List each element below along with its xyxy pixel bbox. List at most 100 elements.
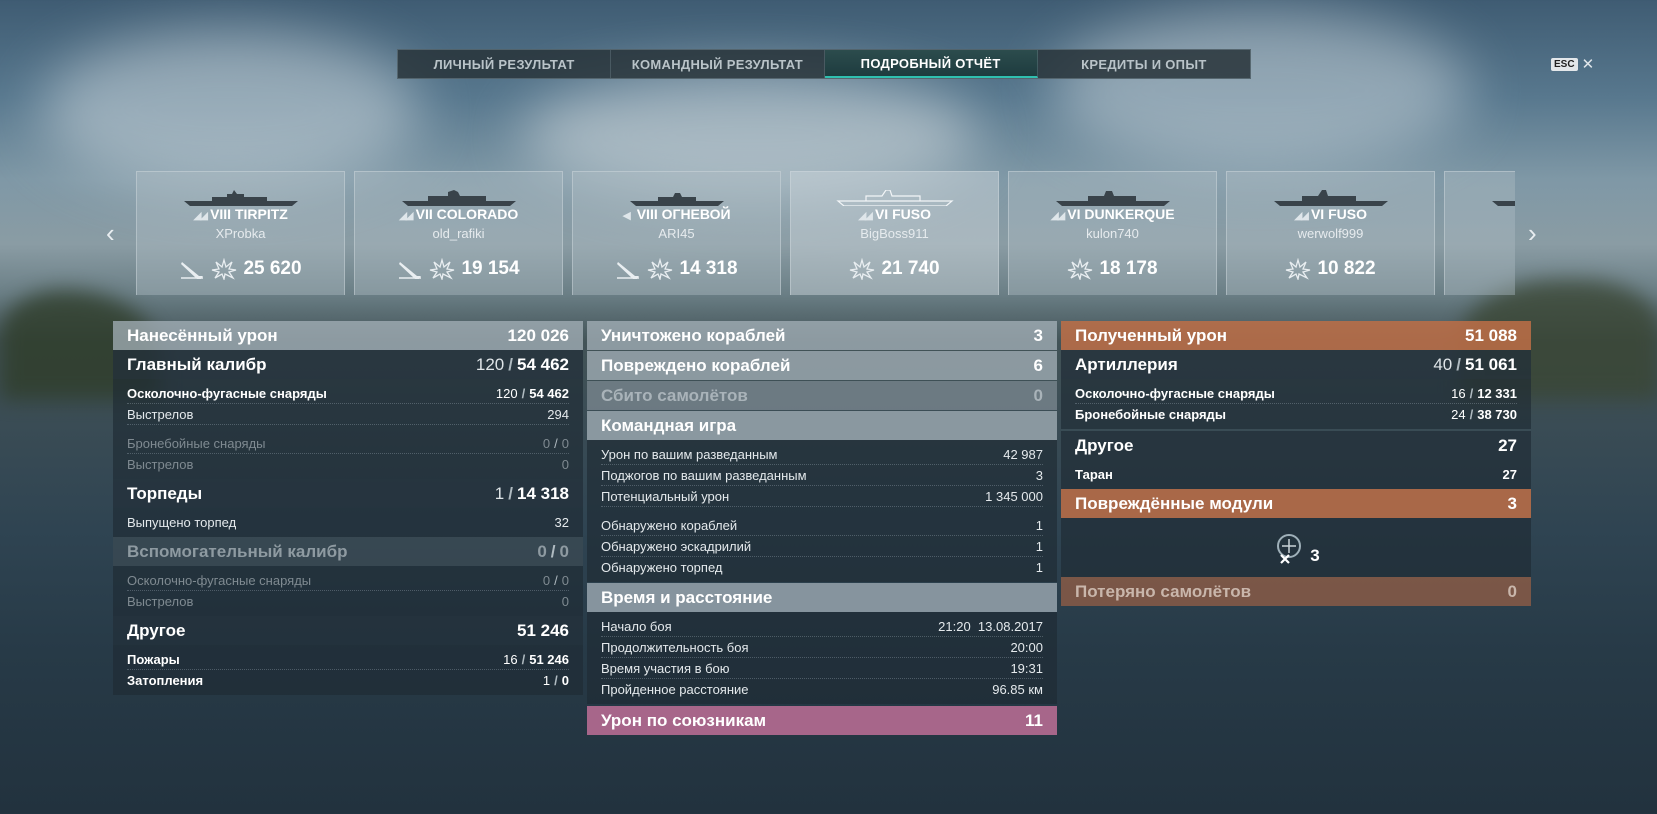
fires-row: Пожары 16/51 246: [127, 649, 569, 670]
torpedoes-header: Торпеды 1/14 318: [113, 479, 583, 508]
damaged-module-icon: [1277, 533, 1302, 564]
damage-received-header: Полученный урон 51 088: [1061, 321, 1531, 350]
destroyed-header: Уничтожено кораблей 3: [587, 321, 1057, 350]
battleship-silhouette-icon: [1492, 201, 1515, 206]
explosion-icon: [1286, 258, 1311, 280]
ship-damage: 10 822: [1317, 258, 1376, 279]
torpedoes-label: Торпеды: [127, 483, 203, 503]
ship-tier: VI: [1067, 206, 1081, 222]
ship-class-icon: ◢◢: [193, 210, 208, 222]
tab-credits-xp[interactable]: КРЕДИТЫ И ОПЫТ: [1038, 50, 1250, 78]
explosion-icon: [1068, 258, 1093, 280]
background-cloud: [1050, 10, 1470, 170]
main-ap-row: Бронебойные снаряды 0/0: [127, 433, 569, 454]
time-row: Начало боя 21:20 13.08.2017: [601, 616, 1043, 637]
time-row: Пройденное расстояние 96.85 км: [601, 681, 1043, 697]
player-name: kulon740: [1086, 226, 1139, 241]
battle-stats-panel: Уничтожено кораблей 3 Повреждено кораблей…: [587, 321, 1057, 735]
ship-tier: VII: [415, 206, 433, 222]
team-row: Потенциальный урон 1 345 000: [601, 486, 1043, 507]
player-name: werwolf999: [1297, 226, 1364, 241]
ship-class-icon: ◢◢: [858, 210, 873, 222]
ship-class-icon: ◢◢: [1294, 210, 1309, 222]
player-name: ARI45: [658, 226, 695, 241]
ship-card-partial[interactable]: [1444, 171, 1515, 295]
main-ap-shots-row: Выстрелов 0: [127, 456, 569, 472]
secondary-header: Вспомогательный калибр 0/0: [113, 537, 583, 566]
spotting-row: Обнаружено кораблей 1: [601, 515, 1043, 536]
ship-class-icon: ◢◢: [1050, 210, 1065, 222]
ship-name: FUSO: [892, 206, 931, 222]
damaged-header: Повреждено кораблей 6: [587, 351, 1057, 380]
ship-carousel: ◢◢ VIII TIRPITZ XProbka 25 620 ◢◢ VII COLO…: [136, 171, 1515, 295]
destroyer-silhouette-icon: [630, 193, 724, 206]
main-battery-header: Главный калибр 120/54 462: [113, 350, 583, 379]
other-dealt-value: 51 246: [517, 620, 569, 640]
secondary-he-row: Осколочно-фугасные снаряды 0/0: [127, 570, 569, 591]
torpedo-icon: [181, 262, 204, 279]
tab-team-result[interactable]: КОМАНДНЫЙ РЕЗУЛЬТАТ: [611, 50, 825, 78]
spotting-row: Обнаружено торпед 1: [601, 559, 1043, 575]
main-battery-label: Главный калибр: [127, 354, 267, 374]
explosion-icon: [648, 258, 673, 280]
team-row: Урон по вашим разведанным 42 987: [601, 444, 1043, 465]
player-name: BigBoss911: [860, 226, 929, 241]
damaged-module-count: 3: [1310, 545, 1320, 565]
planes-shot-header: Сбито самолётов 0: [587, 381, 1057, 410]
ship-card[interactable]: ◀ VIII ОГНЕВОЙ ARI45 14 318: [572, 171, 781, 295]
damage-dealt-label: Нанесённый урон: [127, 325, 278, 345]
torpedo-icon: [399, 262, 422, 279]
ship-damage: 18 178: [1099, 258, 1158, 279]
background-cloud: [40, 30, 420, 190]
modules-area: 3: [1061, 518, 1531, 577]
planes-lost-header: Потеряно самолётов 0: [1061, 577, 1531, 606]
ship-damage: 19 154: [461, 258, 520, 279]
time-row: Продолжительность боя 20:00: [601, 637, 1043, 658]
time-distance-header: Время и расстояние: [587, 583, 1057, 612]
ship-card-player[interactable]: ◢◢ VI FUSO BigBoss911 21 740: [790, 171, 999, 295]
team-play-header: Командная игра: [587, 411, 1057, 440]
ship-tier: VIII: [210, 206, 232, 222]
explosion-icon: [212, 258, 237, 280]
result-tabs: ЛИЧНЫЙ РЕЗУЛЬТАТ КОМАНДНЫЙ РЕЗУЛЬТАТ ПОД…: [397, 49, 1251, 79]
torpedo-icon: [617, 262, 640, 279]
close-button[interactable]: ESC ✕: [1551, 55, 1594, 73]
player-name: XProbka: [215, 226, 266, 241]
spotting-row: Обнаружено эскадрилий 1: [601, 536, 1043, 557]
player-name: old_rafiki: [432, 226, 485, 241]
ram-row: Таран 27: [1075, 466, 1517, 482]
ship-name: TIRPITZ: [234, 206, 288, 222]
chevron-left-icon[interactable]: ‹: [106, 220, 115, 246]
secondary-label: Вспомогательный калибр: [127, 541, 348, 561]
other-dealt-label: Другое: [127, 620, 186, 640]
damaged-modules-header: Повреждённые модули 3: [1061, 489, 1531, 518]
ship-name: DUNKERQUE: [1084, 206, 1175, 222]
ship-card[interactable]: ◢◢ VI DUNKERQUE kulon740 18 178: [1008, 171, 1217, 295]
ship-class-icon: ◢◢: [398, 210, 414, 222]
chevron-right-icon[interactable]: ›: [1528, 220, 1537, 246]
secondary-value: 0/0: [537, 541, 569, 561]
damage-dealt-total: 120 026: [507, 325, 569, 345]
secondary-shots-row: Выстрелов 0: [127, 593, 569, 609]
flooding-row: Затопления 1/0: [127, 672, 569, 688]
tab-personal-result[interactable]: ЛИЧНЫЙ РЕЗУЛЬТАТ: [398, 50, 612, 78]
tab-detailed-report[interactable]: ПОДРОБНЫЙ ОТЧЁТ: [824, 50, 1038, 78]
battleship-silhouette-icon: [402, 190, 516, 206]
main-battery-value: 120/54 462: [475, 354, 569, 374]
ship-damage: 14 318: [679, 258, 738, 279]
time-row: Время участия в бою 19:31: [601, 658, 1043, 679]
battleship-silhouette-icon: [184, 190, 298, 206]
torpedoes-launched-row: Выпущено торпед 32: [127, 514, 569, 530]
battleship-silhouette-icon: [836, 190, 954, 206]
ship-class-icon: ◀: [622, 210, 631, 222]
ship-card[interactable]: ◢◢ VII COLORADO old_rafiki 19 154: [354, 171, 563, 295]
battleship-silhouette-icon: [1056, 191, 1170, 206]
battleship-silhouette-icon: [1274, 190, 1388, 206]
ship-damage: 25 620: [243, 258, 302, 279]
ship-tier: VIII: [636, 206, 658, 222]
ship-card[interactable]: ◢◢ VI FUSO werwolf999 10 822: [1226, 171, 1435, 295]
ship-card[interactable]: ◢◢ VIII TIRPITZ XProbka 25 620: [136, 171, 345, 295]
team-row: Поджогов по вашим разведанным 3: [601, 465, 1043, 486]
damage-dealt-header: Нанесённый урон 120 026: [113, 321, 583, 350]
explosion-icon: [430, 258, 455, 280]
